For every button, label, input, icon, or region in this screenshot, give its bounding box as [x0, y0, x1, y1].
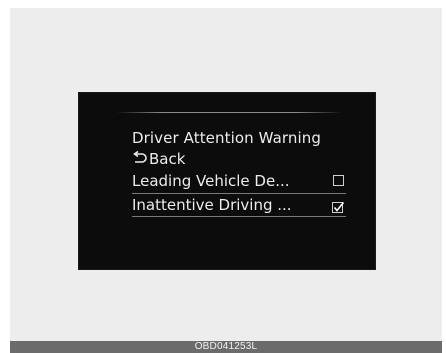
menu-item-leading-vehicle[interactable]: Leading Vehicle De...: [132, 170, 346, 192]
figure-code-bar: OBD041253L: [10, 341, 442, 353]
checkmark-icon[interactable]: [331, 198, 345, 213]
leading-vehicle-label: Leading Vehicle De...: [132, 172, 290, 190]
settings-menu: Driver Attention Warning Back Leading Ve…: [132, 128, 346, 217]
menu-item-inattentive-driving[interactable]: Inattentive Driving ...: [132, 193, 346, 217]
inattentive-driving-label: Inattentive Driving ...: [132, 196, 292, 214]
checkbox-unchecked-icon[interactable]: [333, 175, 344, 186]
cluster-display: Driver Attention Warning Back Leading Ve…: [78, 92, 376, 270]
illustration-frame: Driver Attention Warning Back Leading Ve…: [10, 8, 442, 341]
menu-title: Driver Attention Warning: [132, 129, 321, 147]
back-label: Back: [149, 150, 186, 168]
menu-item-back[interactable]: Back: [132, 148, 346, 170]
top-divider: [116, 112, 342, 113]
back-arrow-icon: [132, 149, 147, 163]
figure-code: OBD041253L: [194, 341, 258, 352]
